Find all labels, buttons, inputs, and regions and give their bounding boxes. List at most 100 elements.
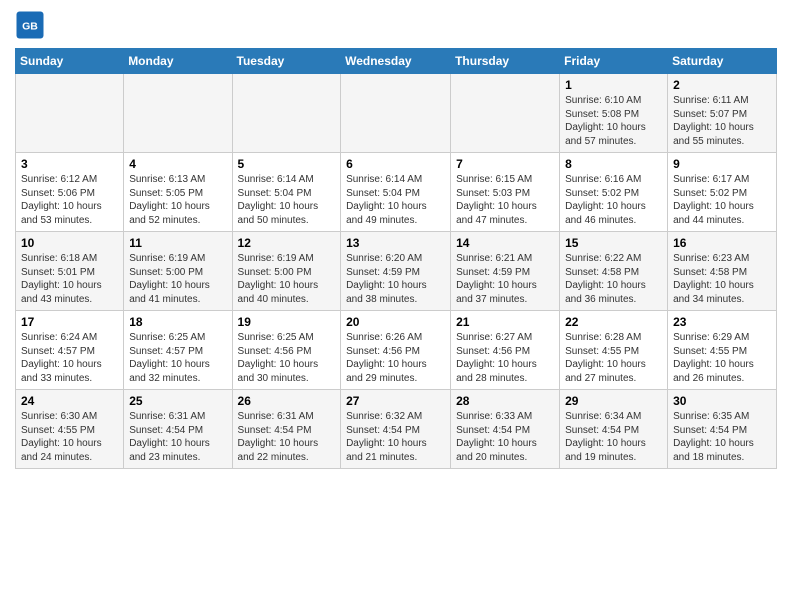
day-number: 10 [21, 236, 118, 250]
logo-icon: GB [15, 10, 45, 40]
day-cell: 12 Sunrise: 6:19 AM Sunset: 5:00 PM Dayli… [232, 232, 341, 311]
day-cell: 15Sunrise: 6:22 AM Sunset: 4:58 PM Dayli… [560, 232, 668, 311]
day-info: Sunrise: 6:24 AM Sunset: 4:57 PM Dayligh… [21, 331, 118, 385]
day-number: 9 [673, 157, 771, 171]
day-number: 16 [673, 236, 771, 250]
svg-text:GB: GB [22, 21, 38, 33]
day-info: Sunrise: 6:33 AM Sunset: 4:54 PM Dayligh… [456, 410, 554, 464]
day-number: 23 [673, 315, 771, 329]
weekday-header-thursday: Thursday [451, 49, 560, 74]
day-cell: 9 Sunrise: 6:17 AM Sunset: 5:02 PM Daylig… [668, 153, 777, 232]
day-cell [341, 74, 451, 153]
day-number: 11 [129, 236, 226, 250]
day-info: Sunrise: 6:20 AM Sunset: 4:59 PM Dayligh… [346, 252, 445, 306]
day-info: Sunrise: 6:26 AM Sunset: 4:56 PM Dayligh… [346, 331, 445, 385]
day-info: Sunrise: 6:17 AM Sunset: 5:02 PM Dayligh… [673, 173, 771, 227]
day-cell: 8Sunrise: 6:16 AM Sunset: 5:02 PM Daylig… [560, 153, 668, 232]
day-cell: 29 Sunrise: 6:34 AM Sunset: 4:54 PM Dayli… [560, 390, 668, 469]
day-number: 1 [565, 78, 662, 92]
day-info: Sunrise: 6:34 AM Sunset: 4:54 PM Dayligh… [565, 410, 662, 464]
day-number: 17 [21, 315, 118, 329]
day-info: Sunrise: 6:35 AM Sunset: 4:54 PM Dayligh… [673, 410, 771, 464]
day-info: Sunrise: 6:13 AM Sunset: 5:05 PM Dayligh… [129, 173, 226, 227]
day-number: 7 [456, 157, 554, 171]
day-cell: 11 Sunrise: 6:19 AM Sunset: 5:00 PM Dayli… [124, 232, 232, 311]
week-row-5: 24Sunrise: 6:30 AM Sunset: 4:55 PM Dayli… [16, 390, 777, 469]
day-cell [451, 74, 560, 153]
day-number: 2 [673, 78, 771, 92]
day-info: Sunrise: 6:31 AM Sunset: 4:54 PM Dayligh… [129, 410, 226, 464]
day-number: 5 [238, 157, 336, 171]
weekday-header-monday: Monday [124, 49, 232, 74]
day-info: Sunrise: 6:12 AM Sunset: 5:06 PM Dayligh… [21, 173, 118, 227]
day-number: 27 [346, 394, 445, 408]
weekday-header-sunday: Sunday [16, 49, 124, 74]
day-info: Sunrise: 6:28 AM Sunset: 4:55 PM Dayligh… [565, 331, 662, 385]
day-cell: 4 Sunrise: 6:13 AM Sunset: 5:05 PM Daylig… [124, 153, 232, 232]
day-cell: 10 Sunrise: 6:18 AM Sunset: 5:01 PM Dayli… [16, 232, 124, 311]
week-row-1: 1 Sunrise: 6:10 AM Sunset: 5:08 PM Daylig… [16, 74, 777, 153]
day-cell [232, 74, 341, 153]
day-number: 24 [21, 394, 118, 408]
weekday-header-tuesday: Tuesday [232, 49, 341, 74]
day-cell [16, 74, 124, 153]
calendar-body: 1 Sunrise: 6:10 AM Sunset: 5:08 PM Daylig… [16, 74, 777, 469]
day-number: 30 [673, 394, 771, 408]
day-info: Sunrise: 6:19 AM Sunset: 5:00 PM Dayligh… [129, 252, 226, 306]
day-info: Sunrise: 6:23 AM Sunset: 4:58 PM Dayligh… [673, 252, 771, 306]
day-cell [124, 74, 232, 153]
day-cell: 28 Sunrise: 6:33 AM Sunset: 4:54 PM Dayli… [451, 390, 560, 469]
day-number: 18 [129, 315, 226, 329]
day-number: 25 [129, 394, 226, 408]
day-info: Sunrise: 6:22 AM Sunset: 4:58 PM Dayligh… [565, 252, 662, 306]
day-number: 3 [21, 157, 118, 171]
day-number: 19 [238, 315, 336, 329]
day-cell: 14Sunrise: 6:21 AM Sunset: 4:59 PM Dayli… [451, 232, 560, 311]
weekday-header-friday: Friday [560, 49, 668, 74]
day-info: Sunrise: 6:10 AM Sunset: 5:08 PM Dayligh… [565, 94, 662, 148]
day-cell: 7 Sunrise: 6:15 AM Sunset: 5:03 PM Daylig… [451, 153, 560, 232]
day-number: 6 [346, 157, 445, 171]
day-cell: 5 Sunrise: 6:14 AM Sunset: 5:04 PM Daylig… [232, 153, 341, 232]
calendar-table: SundayMondayTuesdayWednesdayThursdayFrid… [15, 48, 777, 469]
weekday-header-wednesday: Wednesday [341, 49, 451, 74]
day-info: Sunrise: 6:29 AM Sunset: 4:55 PM Dayligh… [673, 331, 771, 385]
week-row-3: 10 Sunrise: 6:18 AM Sunset: 5:01 PM Dayli… [16, 232, 777, 311]
day-cell: 20 Sunrise: 6:26 AM Sunset: 4:56 PM Dayli… [341, 311, 451, 390]
day-cell: 27 Sunrise: 6:32 AM Sunset: 4:54 PM Dayli… [341, 390, 451, 469]
day-info: Sunrise: 6:27 AM Sunset: 4:56 PM Dayligh… [456, 331, 554, 385]
day-cell: 21Sunrise: 6:27 AM Sunset: 4:56 PM Dayli… [451, 311, 560, 390]
day-number: 13 [346, 236, 445, 250]
page-header: GB [15, 10, 777, 40]
day-cell: 19 Sunrise: 6:25 AM Sunset: 4:56 PM Dayli… [232, 311, 341, 390]
day-number: 4 [129, 157, 226, 171]
day-info: Sunrise: 6:14 AM Sunset: 5:04 PM Dayligh… [238, 173, 336, 227]
day-cell: 2 Sunrise: 6:11 AM Sunset: 5:07 PM Daylig… [668, 74, 777, 153]
day-cell: 18Sunrise: 6:25 AM Sunset: 4:57 PM Dayli… [124, 311, 232, 390]
day-info: Sunrise: 6:32 AM Sunset: 4:54 PM Dayligh… [346, 410, 445, 464]
day-cell: 22Sunrise: 6:28 AM Sunset: 4:55 PM Dayli… [560, 311, 668, 390]
day-number: 8 [565, 157, 662, 171]
day-info: Sunrise: 6:11 AM Sunset: 5:07 PM Dayligh… [673, 94, 771, 148]
day-info: Sunrise: 6:18 AM Sunset: 5:01 PM Dayligh… [21, 252, 118, 306]
day-cell: 3 Sunrise: 6:12 AM Sunset: 5:06 PM Daylig… [16, 153, 124, 232]
day-cell: 17 Sunrise: 6:24 AM Sunset: 4:57 PM Dayli… [16, 311, 124, 390]
day-cell: 13 Sunrise: 6:20 AM Sunset: 4:59 PM Dayli… [341, 232, 451, 311]
weekday-header-saturday: Saturday [668, 49, 777, 74]
week-row-2: 3 Sunrise: 6:12 AM Sunset: 5:06 PM Daylig… [16, 153, 777, 232]
day-cell: 16 Sunrise: 6:23 AM Sunset: 4:58 PM Dayli… [668, 232, 777, 311]
day-number: 28 [456, 394, 554, 408]
day-info: Sunrise: 6:15 AM Sunset: 5:03 PM Dayligh… [456, 173, 554, 227]
day-number: 29 [565, 394, 662, 408]
day-cell: 6Sunrise: 6:14 AM Sunset: 5:04 PM Daylig… [341, 153, 451, 232]
day-cell: 23 Sunrise: 6:29 AM Sunset: 4:55 PM Dayli… [668, 311, 777, 390]
day-info: Sunrise: 6:31 AM Sunset: 4:54 PM Dayligh… [238, 410, 336, 464]
day-info: Sunrise: 6:25 AM Sunset: 4:56 PM Dayligh… [238, 331, 336, 385]
weekday-row: SundayMondayTuesdayWednesdayThursdayFrid… [16, 49, 777, 74]
day-number: 20 [346, 315, 445, 329]
day-number: 12 [238, 236, 336, 250]
logo: GB [15, 10, 49, 40]
calendar-header: SundayMondayTuesdayWednesdayThursdayFrid… [16, 49, 777, 74]
day-number: 14 [456, 236, 554, 250]
day-info: Sunrise: 6:19 AM Sunset: 5:00 PM Dayligh… [238, 252, 336, 306]
